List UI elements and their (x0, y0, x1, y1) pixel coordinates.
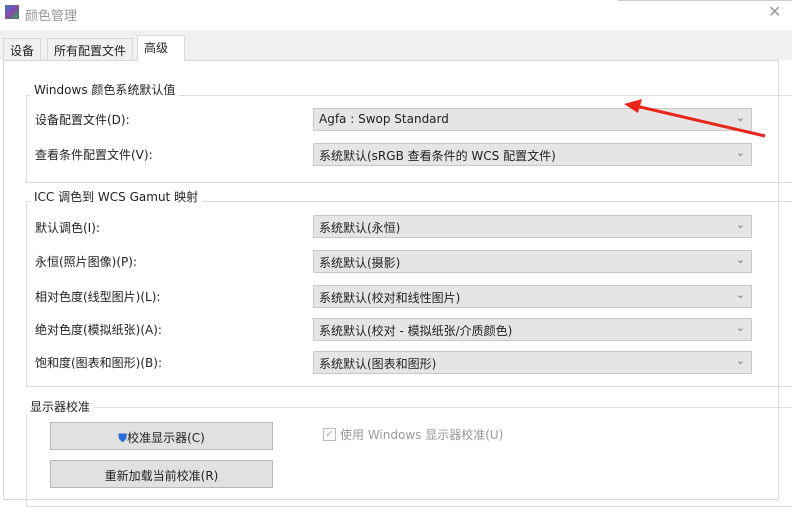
tab-advanced[interactable]: 高级 (137, 35, 185, 61)
annotation-arrow (624, 99, 766, 138)
